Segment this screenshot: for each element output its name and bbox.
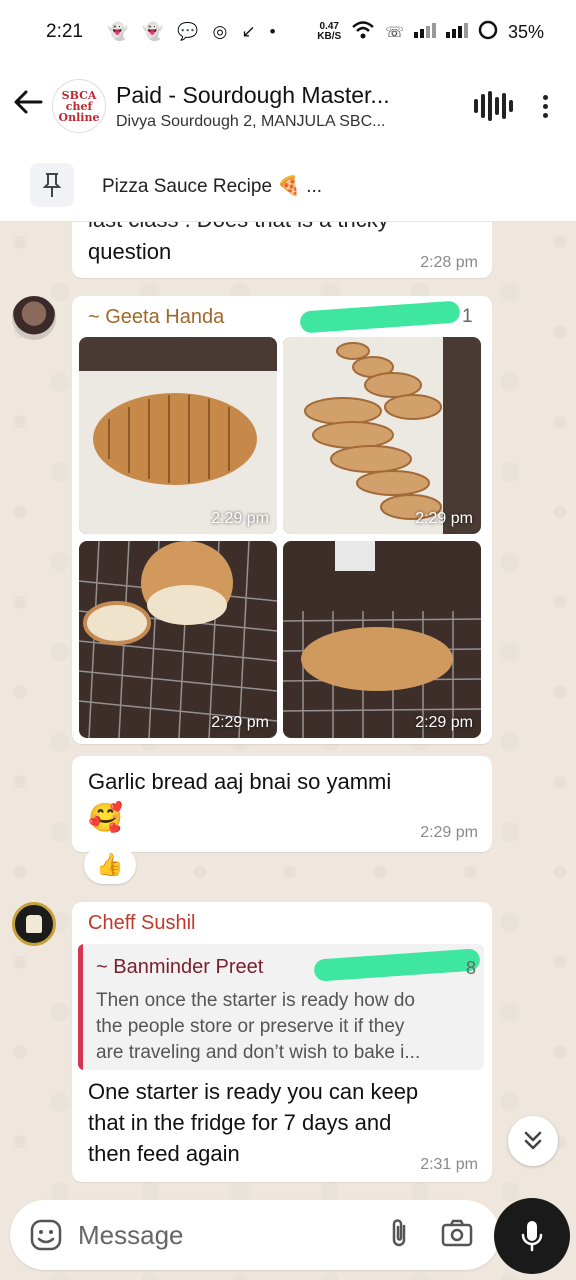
chat-header: SBCA chef Online Paid - Sourdough Master… bbox=[0, 64, 576, 148]
more-options-icon[interactable] bbox=[543, 94, 548, 118]
message-emoji: 🥰 bbox=[88, 802, 123, 833]
group-avatar[interactable]: SBCA chef Online bbox=[52, 79, 106, 133]
microphone-icon bbox=[521, 1221, 543, 1252]
sender-phone-tail: 1 bbox=[462, 306, 473, 327]
sender-name[interactable]: Cheff Sushil bbox=[88, 912, 195, 935]
missed-call-icon: ↙ bbox=[241, 22, 256, 41]
snapchat-icon: 👻 bbox=[142, 22, 164, 41]
message-input[interactable] bbox=[78, 1219, 358, 1251]
quoted-sender-name: ~ Banminder Preet bbox=[96, 956, 264, 978]
back-arrow-icon[interactable] bbox=[4, 89, 52, 123]
message-time: 2:31 pm bbox=[420, 1156, 478, 1173]
double-chevron-down-icon bbox=[524, 1131, 542, 1150]
photo-time: 2:29 pm bbox=[211, 510, 269, 527]
group-avatar-logo: SBCA chef Online bbox=[58, 88, 100, 124]
message-text: Garlic bread aaj bnai so yammi bbox=[88, 769, 392, 794]
message-text: One starter is ready you can keep that i… bbox=[88, 1076, 418, 1169]
message-bubble[interactable]: Garlic bread aaj bnai so yammi 🥰 2:29 pm bbox=[72, 756, 492, 852]
image-message-bubble[interactable]: ~ Geeta Handa 1 2:29 pm 2:29 pm 2:29 pm … bbox=[72, 296, 492, 744]
battery-percent: 35% bbox=[507, 21, 544, 42]
status-bar: 2:21 👻 👻 💬 ◎ ↙ • 0.47 KB/S ☏ 35% bbox=[0, 0, 576, 64]
sender-avatar[interactable] bbox=[12, 296, 56, 340]
photo-time: 2:29 pm bbox=[415, 510, 473, 527]
status-time: 2:21 bbox=[46, 21, 83, 42]
sender-avatar[interactable] bbox=[12, 902, 56, 946]
quoted-text-line: Then once the starter is ready how do bbox=[96, 990, 415, 1011]
camera-icon[interactable] bbox=[440, 1218, 474, 1253]
photo-time: 2:29 pm bbox=[211, 714, 269, 731]
photo-time: 2:29 pm bbox=[415, 714, 473, 731]
quoted-text-line: the people store or preserve it if they bbox=[96, 1016, 405, 1037]
quoted-message[interactable]: ~ Banminder Preet 8 Then once the starte… bbox=[78, 944, 484, 1070]
photo-thumbnail[interactable]: 2:29 pm bbox=[79, 337, 277, 534]
quoted-phone-tail: 8 bbox=[466, 958, 477, 978]
photo-thumbnail[interactable]: 2:29 pm bbox=[79, 541, 277, 738]
sender-name[interactable]: ~ Geeta Handa bbox=[88, 306, 224, 329]
phone-redaction bbox=[313, 948, 481, 982]
pin-icon bbox=[30, 163, 74, 207]
quote-accent-bar bbox=[78, 944, 83, 1070]
chat-icon: 💬 bbox=[177, 22, 199, 41]
notification-icons: 👻 👻 💬 ◎ ↙ • bbox=[107, 22, 276, 42]
reaction-badge[interactable]: 👍 bbox=[84, 846, 136, 884]
snapchat-icon: 👻 bbox=[106, 22, 129, 41]
quoted-text-line: are traveling and don’t wish to bake i..… bbox=[96, 1042, 421, 1063]
chat-header-info[interactable]: Paid - Sourdough Master... Divya Sourdou… bbox=[116, 82, 446, 131]
message-text: question bbox=[88, 239, 172, 264]
wifi-icon bbox=[351, 20, 375, 45]
message-text-line: One starter is ready you can keep bbox=[88, 1079, 419, 1104]
reply-message-bubble[interactable]: Cheff Sushil ~ Banminder Preet 8 Then on… bbox=[72, 902, 492, 1182]
phone-redaction bbox=[299, 300, 461, 334]
scroll-to-bottom-button[interactable] bbox=[508, 1116, 558, 1166]
photo-thumbnail[interactable]: 2:29 pm bbox=[283, 337, 481, 534]
signal-icon bbox=[445, 22, 468, 43]
pinned-message-bar-overlay: Pizza Sauce Recipe 🍕 ... bbox=[0, 148, 576, 222]
voice-message-button[interactable] bbox=[494, 1198, 570, 1274]
message-text-line: that in the fridge for 7 days and bbox=[88, 1110, 392, 1135]
photo-thumbnail[interactable]: 2:29 pm bbox=[283, 541, 481, 738]
battery-icon bbox=[478, 20, 498, 45]
thumbs-up-icon: 👍 bbox=[96, 852, 124, 877]
message-text-line: then feed again bbox=[88, 1141, 240, 1166]
dot-icon: • bbox=[269, 22, 276, 41]
net-speed: 0.47 KB/S bbox=[317, 22, 341, 42]
message-composer bbox=[10, 1200, 500, 1270]
pinned-message-text: Pizza Sauce Recipe 🍕 ... bbox=[102, 176, 323, 197]
volte-icon: ☏ bbox=[385, 24, 404, 41]
net-speed-unit: KB/S bbox=[317, 31, 342, 42]
instagram-icon: ◎ bbox=[212, 22, 228, 41]
voice-chat-icon[interactable] bbox=[474, 91, 513, 121]
message-time: 2:28 pm bbox=[420, 254, 478, 271]
emoji-sticker-icon[interactable] bbox=[26, 1215, 66, 1255]
signal-icon bbox=[413, 22, 436, 43]
chef-hat-icon bbox=[26, 915, 42, 933]
group-title: Paid - Sourdough Master... bbox=[116, 81, 390, 108]
group-members: Divya Sourdough 2, MANJULA SBC... bbox=[116, 112, 386, 130]
message-time: 2:29 pm bbox=[420, 824, 478, 841]
attach-icon[interactable] bbox=[388, 1216, 410, 1255]
